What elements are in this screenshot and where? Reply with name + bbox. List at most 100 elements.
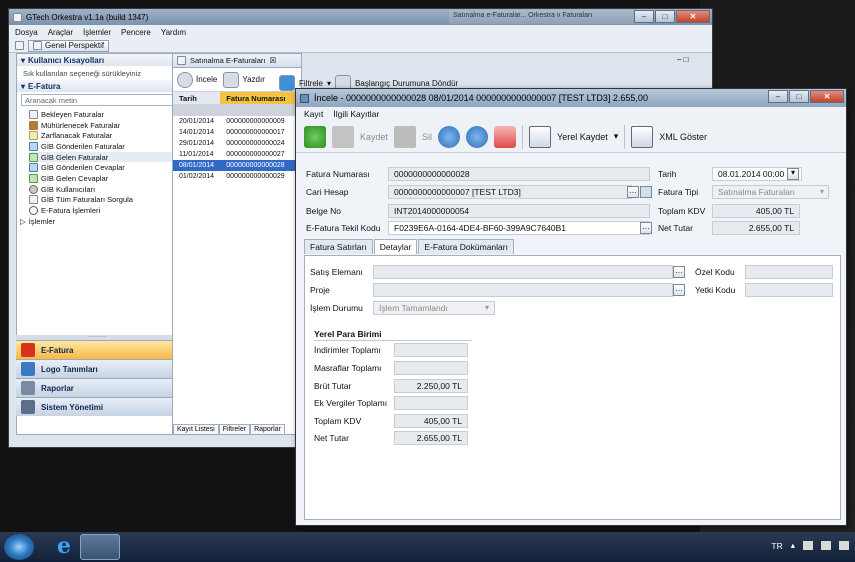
tree-item-efatura-islemleri[interactable]: E-Fatura İşlemleri [29, 205, 177, 216]
perspective-button[interactable]: Genel Perspektif [28, 39, 110, 52]
cari-hesap-lookup-button[interactable]: … [627, 186, 639, 198]
table-row[interactable]: 14/01/2014 000000000000017 [173, 127, 301, 138]
field-yetki-kodu[interactable] [745, 283, 833, 297]
tab-detaylar[interactable]: Detaylar [373, 239, 418, 254]
tab-filtreler[interactable]: Filtreler [218, 424, 251, 434]
field-cari-hesap[interactable]: 0000000000000007 [TEST LTD3] [388, 185, 632, 199]
tree-item-gib-gelen[interactable]: GİB Gelen Faturalar [29, 151, 177, 163]
volume-icon[interactable] [839, 541, 849, 550]
cari-hesap-card-icon[interactable] [640, 186, 652, 198]
minimize-icon[interactable]: – [768, 90, 788, 103]
maximize-icon[interactable]: □ [655, 10, 675, 23]
nav-raporlar[interactable]: Raporlar [16, 378, 178, 397]
tree-item-gib-gonderilen-cevaplar[interactable]: GİB Gönderilen Cevaplar [29, 162, 177, 173]
kaydet-button[interactable]: Kaydet [360, 132, 388, 142]
yazdir-button[interactable]: Yazdır [223, 71, 265, 88]
nav-sistem-yonetimi[interactable]: Sistem Yönetimi [16, 397, 178, 416]
menu-araclar[interactable]: Araçlar [48, 28, 73, 37]
nav-logo-tanimlari[interactable]: Logo Tanımları [16, 359, 178, 378]
dialog-titlebar[interactable]: İncele - 0000000000000028 08/01/2014 000… [296, 89, 846, 107]
tree-item-gib-kullanicilari[interactable]: GİB Kullanıcıları [29, 184, 177, 195]
sil-button[interactable]: Sil [422, 132, 432, 142]
table-row-selected[interactable]: 08/01/2014 000000000000028 [173, 160, 301, 171]
field-belge-no[interactable]: INT2014000000054 [388, 204, 650, 218]
network-icon[interactable] [821, 541, 831, 550]
reset-button[interactable]: Başlangıç Durumuna Döndür [355, 79, 458, 88]
menu-dosya[interactable]: Dosya [15, 28, 38, 37]
yerel-kaydet-button[interactable]: Yerel Kaydet [557, 132, 608, 142]
xml-goster-button[interactable]: XML Göster [659, 132, 707, 142]
previous-record-icon[interactable] [438, 125, 461, 148]
satis-elemani-lookup-button[interactable]: … [673, 266, 685, 278]
tab-kayit-listesi[interactable]: Kayıt Listesi [173, 424, 219, 434]
tree-item-islemler[interactable]: ▷ İşlemler [20, 216, 177, 227]
xml-icon[interactable] [631, 125, 654, 148]
local-save-icon[interactable] [529, 125, 552, 148]
menu-pencere[interactable]: Pencere [121, 28, 151, 37]
internet-explorer-icon[interactable]: e [46, 534, 82, 560]
field-islem-durumu[interactable]: İşlem Tamamlandı [373, 301, 495, 315]
filtrele-button[interactable]: Filtrele [299, 79, 323, 88]
shortcuts-header[interactable]: ▾ Kullanıcı Kısayolları [17, 54, 177, 66]
table-row[interactable]: 29/01/2014 000000000000024 [173, 138, 301, 149]
islem-durumu-dropdown-icon[interactable]: ▾ [485, 303, 489, 312]
incele-button[interactable]: İncele [177, 71, 217, 88]
language-indicator[interactable]: TR [771, 541, 782, 551]
column-fatura-numarasi[interactable]: Fatura Numarası [220, 92, 301, 104]
tree-item-gib-sorgula[interactable]: GİB Tüm Faturaları Sorgula [29, 195, 177, 206]
tab-raporlar[interactable]: Raporlar [250, 424, 285, 434]
table-row[interactable]: 20/01/2014 000000000000009 [173, 116, 301, 127]
minimize-icon[interactable]: – [634, 10, 654, 23]
filter-icon[interactable] [279, 75, 295, 91]
field-toplam-kdv-detay[interactable]: 405,00 TL [394, 414, 468, 428]
maximize-icon[interactable]: □ [789, 90, 809, 103]
new-record-icon[interactable] [304, 125, 326, 148]
table-row[interactable]: 01/02/2014 000000000000029 [173, 171, 301, 182]
collapse-arrow-icon[interactable]: ▾ [21, 82, 25, 91]
delete-icon[interactable] [394, 125, 417, 148]
table-row[interactable]: 11/01/2014 000000000000027 [173, 149, 301, 160]
tree-search-input[interactable]: Aranacak metin [21, 94, 173, 106]
yerel-kaydet-dropdown-icon[interactable]: ▾ [614, 131, 619, 142]
menu-kayit[interactable]: Kayıt [304, 109, 323, 119]
tree-item-zarflanacak[interactable]: Zarflanacak Faturalar [29, 130, 177, 141]
perspective-toggle-icon[interactable] [15, 41, 24, 50]
tree-item-bekleyen[interactable]: Bekleyen Faturalar [29, 109, 177, 120]
nav-efatura[interactable]: E-Fatura [16, 340, 178, 359]
tab-fatura-satirlari[interactable]: Fatura Satırları [304, 239, 373, 254]
tray-expand-icon[interactable]: ▴ [791, 540, 795, 551]
tab-satinalma-efaturalari[interactable]: Satınalma E-Faturaları ☒ [173, 54, 301, 68]
grid-filter-row[interactable] [173, 104, 301, 116]
field-indirimler[interactable] [394, 343, 468, 357]
close-icon[interactable]: ✕ [810, 90, 844, 103]
close-icon[interactable]: ✕ [676, 10, 710, 23]
approve-icon[interactable] [494, 125, 517, 148]
tab-efatura-dokumanlari[interactable]: E-Fatura Dokümanları [418, 239, 514, 254]
field-net-tutar-detay[interactable]: 2.655,00 TL [394, 431, 468, 445]
field-fatura-tipi[interactable]: Satınalma Faturaları [712, 185, 829, 199]
field-tekil-kod[interactable]: F0239E6A-0164-4DE4-BF60-399A9C7640B1 [388, 221, 650, 235]
menu-yardim[interactable]: Yardım [161, 28, 186, 37]
tab-close-icon[interactable]: ☒ [269, 56, 276, 65]
next-record-icon[interactable] [466, 125, 489, 148]
start-button[interactable] [4, 534, 34, 560]
field-ek-vergiler[interactable] [394, 396, 468, 410]
save-icon[interactable] [332, 125, 354, 148]
field-satis-elemani[interactable] [373, 265, 673, 279]
field-proje[interactable] [373, 283, 673, 297]
efatura-header[interactable]: ▾ E-Fatura [17, 80, 177, 92]
field-net-tutar[interactable]: 2.655,00 TL [712, 221, 800, 235]
filter-dropdown-icon[interactable]: ▾ [327, 79, 331, 88]
proje-lookup-button[interactable]: … [673, 284, 685, 296]
flag-icon[interactable] [803, 541, 813, 550]
tekil-kod-lookup-button[interactable]: … [640, 222, 652, 234]
field-fatura-numarasi[interactable]: 0000000000000028 [388, 167, 650, 181]
fatura-tipi-dropdown-icon[interactable]: ▾ [820, 187, 824, 196]
field-toplam-kdv[interactable]: 405,00 TL [712, 204, 800, 218]
collapse-arrow-icon[interactable]: ▾ [21, 56, 25, 65]
main-window-titlebar[interactable]: GTech Orkestra v1.1a (build 1347) Satına… [9, 9, 712, 25]
panel-controls[interactable]: – □ [677, 55, 689, 64]
field-ozel-kodu[interactable] [745, 265, 833, 279]
expand-icon[interactable]: ▷ [20, 217, 26, 226]
tree-item-muhurlenecek[interactable]: Mühürlenecek Faturalar [29, 120, 177, 131]
